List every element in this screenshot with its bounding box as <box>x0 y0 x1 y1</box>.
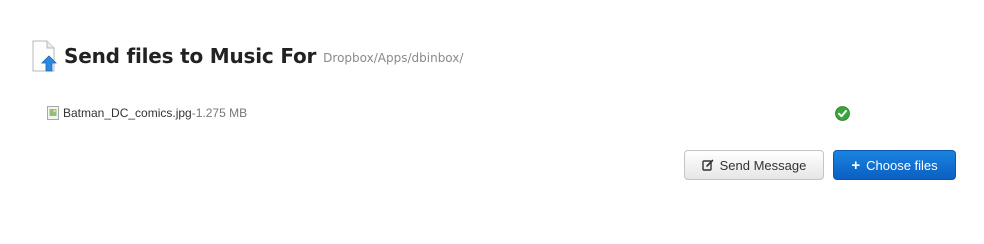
file-name: Batman_DC_comics.jpg <box>63 106 192 120</box>
send-message-label: Send Message <box>719 157 807 173</box>
file-list-item: Batman_DC_comics.jpg - 1.275 MB <box>47 106 247 120</box>
page-title: Send files to Music For <box>64 44 317 68</box>
choose-files-label: Choose files <box>866 157 938 173</box>
choose-files-button[interactable]: + Choose files <box>833 150 956 180</box>
send-message-button[interactable]: Send Message <box>684 150 824 180</box>
dropbox-inbox-page: Send files to Music For Dropbox/Apps/dbi… <box>0 0 984 244</box>
edit-icon <box>701 159 713 171</box>
checkmark-icon <box>835 106 850 121</box>
destination-path: Dropbox/Apps/dbinbox/ <box>323 50 464 65</box>
file-size: 1.275 MB <box>195 106 248 120</box>
document-upload-icon <box>32 40 57 72</box>
plus-icon: + <box>851 156 861 174</box>
image-file-icon <box>47 106 59 120</box>
page-header: Send files to Music For Dropbox/Apps/dbi… <box>30 40 463 72</box>
